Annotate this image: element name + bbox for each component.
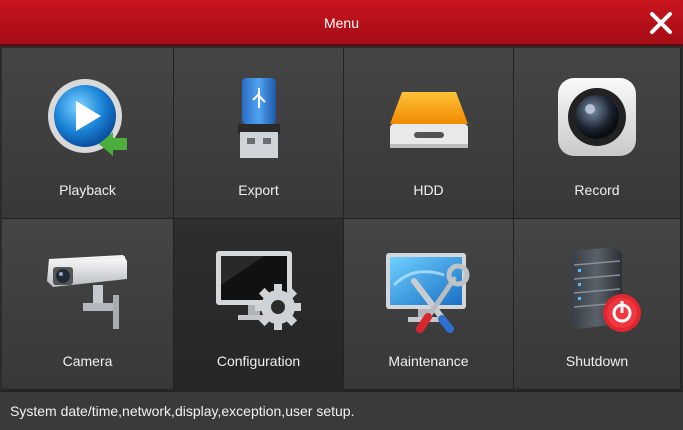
menu-item-shutdown[interactable]: Shutdown: [514, 219, 681, 390]
menu-item-label: Maintenance: [388, 353, 469, 369]
playback-icon: [47, 79, 127, 156]
menu-item-label: HDD: [413, 182, 444, 198]
menu-item-hdd[interactable]: HDD: [344, 48, 514, 219]
camera-lens-icon: [558, 78, 636, 156]
menu-grid: Playback Export HDD Record Camera Config…: [2, 48, 681, 390]
title-bar: Menu: [0, 0, 683, 46]
menu-item-label: Playback: [59, 182, 116, 198]
security-camera-icon: [46, 255, 127, 329]
menu-item-label: Configuration: [216, 353, 301, 369]
monitor-tools-icon: [385, 253, 469, 333]
status-description: System date/time,network,display,excepti…: [10, 403, 355, 419]
menu-item-label: Shutdown: [565, 353, 629, 369]
window-title: Menu: [323, 15, 360, 31]
menu-item-label: Camera: [62, 353, 113, 369]
menu-item-configuration[interactable]: Configuration: [174, 219, 344, 390]
menu-item-record[interactable]: Record: [514, 48, 681, 219]
menu-item-label: Record: [574, 182, 620, 198]
hard-drive-icon: [389, 92, 468, 148]
menu-item-label: Export: [238, 182, 279, 198]
server-power-icon: [572, 247, 641, 332]
menu-item-export[interactable]: Export: [174, 48, 344, 219]
menu-item-camera[interactable]: Camera: [2, 219, 174, 390]
usb-drive-icon: [237, 78, 280, 158]
menu-item-playback[interactable]: Playback: [2, 48, 174, 219]
menu-item-maintenance[interactable]: Maintenance: [344, 219, 514, 390]
monitor-gear-icon: [215, 251, 301, 330]
close-icon[interactable]: [647, 9, 675, 37]
status-bar: System date/time,network,display,excepti…: [0, 391, 683, 430]
